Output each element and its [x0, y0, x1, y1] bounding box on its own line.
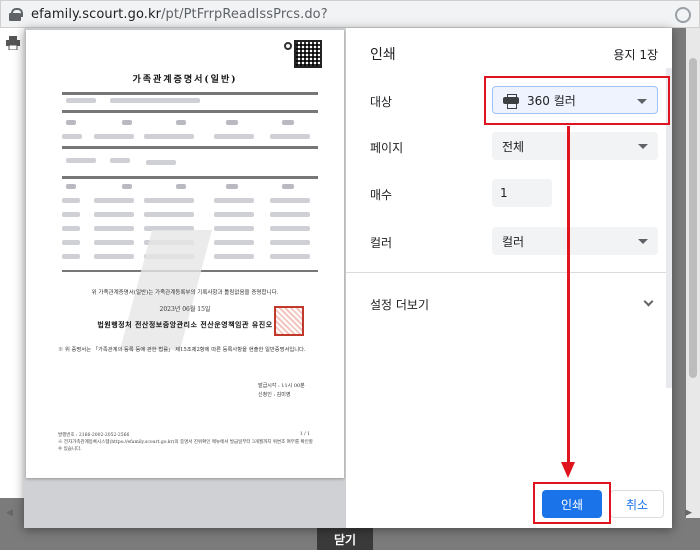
chevron-down-icon — [638, 144, 648, 149]
redacted-text — [62, 134, 82, 139]
redacted-text — [270, 134, 310, 139]
redacted-text — [62, 198, 80, 203]
copies-input[interactable]: 1 — [492, 179, 552, 207]
scroll-left-icon[interactable]: ◀ — [6, 508, 13, 518]
document-footer: 발행번호 : 2166-2002-2052-2566 ※ 전자가족관계등록시스템… — [58, 432, 318, 453]
document-title: 가족관계증명서(일반) — [132, 75, 238, 85]
pages-select[interactable]: 전체 — [492, 132, 658, 160]
page-indicator: 1 / 1 — [299, 432, 310, 437]
lock-icon — [9, 8, 23, 21]
redacted-text — [94, 240, 134, 245]
destination-highlight-box — [484, 76, 670, 125]
redacted-text — [62, 212, 80, 217]
print-preview-pane: 가족관계증명서(일반) 위 가족관계증명서(일반)는 가족관계등록부의 기록사항… — [24, 28, 346, 528]
applicant: 신청인 : 김미영 — [258, 392, 291, 398]
redacted-text — [282, 184, 294, 189]
url-path: /pt/PtFrrpReadIssPrcs.do? — [161, 6, 328, 22]
document-rule — [62, 110, 318, 113]
redacted-text — [270, 212, 310, 217]
redacted-text — [110, 98, 200, 103]
issue-number: 발행번호 : 2166-2002-2052-2566 — [58, 433, 130, 438]
redacted-text — [144, 134, 194, 139]
redacted-text — [62, 240, 80, 245]
redacted-text — [226, 184, 238, 189]
qr-code — [294, 40, 322, 68]
redacted-text — [146, 160, 176, 165]
redacted-text — [214, 134, 254, 139]
preview-page: 가족관계증명서(일반) 위 가족관계증명서(일반)는 가족관계등록부의 기록사항… — [26, 30, 344, 478]
browser-status-icon — [675, 7, 691, 23]
divider — [346, 272, 672, 273]
redacted-text — [214, 240, 254, 245]
scroll-right-icon[interactable]: ▶ — [685, 508, 692, 518]
close-button[interactable]: 닫기 — [317, 528, 373, 550]
redacted-text — [122, 120, 132, 125]
color-value: 컬러 — [502, 234, 525, 249]
redacted-text — [282, 120, 294, 125]
issue-time-block: 발급시각 : 11시 00분 신청인 : 김미영 — [258, 382, 305, 400]
redacted-text — [176, 120, 186, 125]
chevron-down-icon[interactable] — [643, 296, 654, 307]
redacted-text — [270, 198, 310, 203]
more-settings-toggle[interactable]: 설정 더보기 — [370, 296, 429, 313]
redacted-text — [226, 120, 238, 125]
scrollbar-thumb[interactable] — [689, 58, 697, 378]
redacted-text — [144, 198, 194, 203]
redacted-text — [122, 184, 132, 189]
redacted-text — [66, 184, 76, 189]
destination-label: 대상 — [370, 95, 393, 109]
pages-value: 전체 — [502, 139, 525, 154]
redacted-text — [94, 226, 134, 231]
redacted-text — [176, 184, 186, 189]
verification-note: ※ 전자가족관계등록시스템(https://efamily.scourt.go.… — [58, 440, 313, 452]
printer-icon[interactable] — [6, 36, 20, 50]
document-rule — [62, 146, 318, 149]
redacted-text — [270, 226, 310, 231]
address-bar[interactable]: efamily.scourt.go.kr/pt/PtFrrpReadIssPrc… — [0, 0, 700, 28]
document-note: ※ 위 증명서는 「가족관계의 등록 등에 관한 법률」 제15조제2항에 따른… — [58, 347, 306, 353]
redacted-text — [62, 254, 80, 259]
redacted-text — [94, 254, 134, 259]
redacted-text — [270, 254, 310, 259]
url-text[interactable]: efamily.scourt.go.kr/pt/PtFrrpReadIssPrc… — [31, 7, 328, 22]
logo-icon — [284, 42, 292, 50]
redacted-text — [144, 212, 194, 217]
document-rule — [62, 176, 318, 179]
redacted-text — [270, 240, 310, 245]
redacted-text — [214, 226, 254, 231]
redacted-text — [62, 226, 80, 231]
annotation-arrow-line — [567, 126, 570, 466]
certification-sentence: 위 가족관계증명서(일반)는 가족관계등록부의 기록사항과 틀림없음을 증명합니… — [91, 290, 279, 296]
cancel-button[interactable]: 취소 — [610, 490, 664, 518]
document-rule — [62, 92, 318, 95]
chevron-down-icon — [638, 239, 648, 244]
redacted-text — [66, 98, 96, 103]
official-seal — [274, 306, 304, 336]
dialog-title: 인쇄 — [370, 47, 396, 63]
redacted-text — [214, 212, 254, 217]
issue-time: 발급시각 : 11시 00분 — [258, 383, 305, 389]
pages-label: 페이지 — [370, 141, 404, 155]
redacted-text — [94, 212, 134, 217]
redacted-text — [66, 120, 76, 125]
color-label: 컬러 — [370, 236, 393, 250]
print-highlight-box — [533, 482, 611, 524]
arrow-down-icon — [561, 462, 575, 478]
redacted-text — [110, 158, 130, 163]
redacted-text — [66, 158, 96, 163]
sheet-count: 용지 1장 — [613, 48, 658, 62]
background-page-strip — [0, 28, 24, 498]
color-select[interactable]: 컬러 — [492, 227, 658, 255]
redacted-text — [214, 254, 254, 259]
url-host: efamily.scourt.go.kr — [31, 6, 162, 22]
redacted-text — [94, 134, 134, 139]
redacted-text — [214, 198, 254, 203]
redacted-text — [94, 198, 134, 203]
background-scrollbar[interactable] — [686, 28, 700, 518]
copies-label: 매수 — [370, 188, 393, 202]
